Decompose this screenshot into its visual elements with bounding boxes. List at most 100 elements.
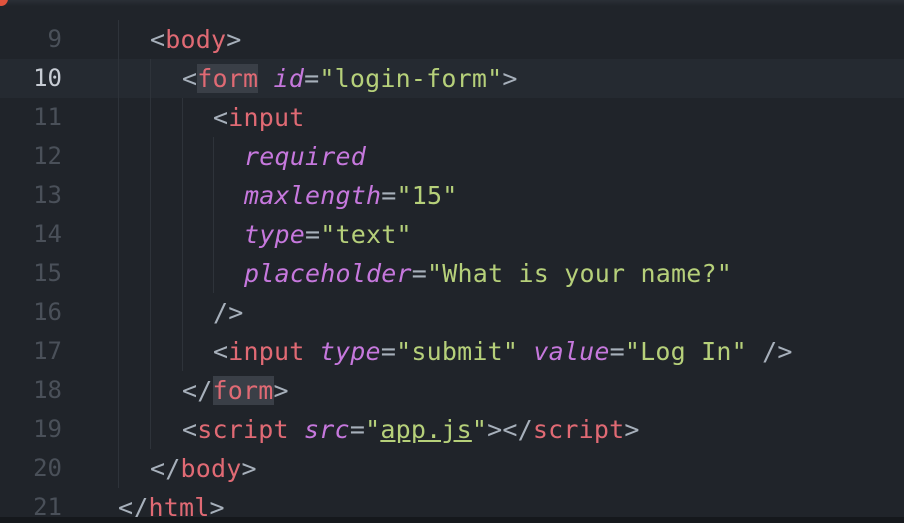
code-line[interactable]: 16 />: [0, 293, 904, 332]
punct: =: [305, 220, 321, 249]
attr-name: type: [319, 337, 381, 366]
attr-value: "login-form": [319, 64, 503, 93]
punct: <: [213, 103, 229, 132]
code-text[interactable]: <input: [213, 98, 305, 137]
punct: >: [226, 25, 242, 54]
indent-guide: [182, 293, 183, 332]
punct: />: [213, 298, 244, 327]
code-line[interactable]: 19 <script src="app.js"></script>: [0, 410, 904, 449]
indent-guide: [150, 332, 151, 371]
code-line[interactable]: 13 maxlength="15": [0, 176, 904, 215]
code-editor[interactable]: 9 <body> 10 <form id="login-form"> 11 <i…: [0, 0, 904, 523]
indent-guide: [150, 176, 151, 215]
punct: =: [411, 259, 428, 288]
punct: <: [213, 337, 229, 366]
bottom-edge: [0, 517, 904, 523]
file-link[interactable]: app.js: [380, 415, 472, 444]
indent-guide: [182, 98, 183, 137]
punct: <: [150, 25, 166, 54]
indent-guide: [118, 98, 119, 137]
top-shadow: [0, 0, 904, 6]
line-number: 12: [33, 142, 62, 170]
indent-guide: [150, 254, 151, 293]
indent-guide: [213, 176, 214, 215]
code-text[interactable]: <form id="login-form">: [182, 59, 518, 98]
indent-guide: [118, 20, 119, 59]
attr-value: "15": [396, 181, 458, 210]
code-text[interactable]: </form>: [182, 371, 289, 410]
code-line[interactable]: 18 </form>: [0, 371, 904, 410]
tag-name: body: [165, 25, 227, 54]
line-number: 14: [33, 220, 62, 248]
code-line[interactable]: 20 </body>: [0, 449, 904, 488]
attr-name: placeholder: [244, 259, 412, 288]
indent-guide: [182, 332, 183, 371]
indent-guide: [182, 254, 183, 293]
line-number: 10: [33, 64, 62, 92]
line-number: 11: [33, 103, 62, 131]
code-line[interactable]: 14 type="text": [0, 215, 904, 254]
indent-guide: [150, 410, 151, 449]
code-line-current[interactable]: 10 <form id="login-form">: [0, 59, 904, 98]
tag-name: script: [197, 415, 289, 444]
code-line[interactable]: 9 <body>: [0, 20, 904, 59]
code-text[interactable]: />: [213, 293, 244, 332]
indent-guide: [118, 137, 119, 176]
punct: =: [304, 64, 320, 93]
punct: </: [150, 454, 181, 483]
attr-name: id: [273, 64, 305, 93]
indent-guide: [182, 137, 183, 176]
indent-guide: [213, 137, 214, 176]
code-lines: 9 <body> 10 <form id="login-form"> 11 <i…: [0, 20, 904, 523]
indent-guide: [150, 371, 151, 410]
punct: =: [349, 415, 366, 444]
line-number: 9: [47, 25, 62, 53]
attr-value: "text": [320, 220, 412, 249]
attr-value: "submit": [396, 337, 519, 366]
code-text[interactable]: required: [244, 137, 366, 176]
code-line[interactable]: 11 <input: [0, 98, 904, 137]
tag-name: script: [532, 415, 625, 444]
indent-guide: [118, 449, 119, 488]
line-number: 13: [33, 181, 62, 209]
punct: </: [182, 376, 213, 405]
attr-value: ": [471, 415, 488, 444]
attr-value: "What is your name?": [427, 259, 733, 288]
attr-value: "Log In": [624, 337, 747, 366]
code-line[interactable]: 12 required: [0, 137, 904, 176]
code-text[interactable]: placeholder="What is your name?": [244, 254, 732, 293]
indent-guide: [150, 215, 151, 254]
tag-name: form: [212, 376, 274, 405]
punct: =: [381, 181, 397, 210]
attr-name: required: [244, 142, 367, 171]
indent-guide: [182, 215, 183, 254]
code-text[interactable]: <script src="app.js"></script>: [182, 410, 640, 449]
indent-guide: [118, 176, 119, 215]
line-number: 20: [33, 454, 62, 482]
indent-guide: [150, 293, 151, 332]
code-text[interactable]: type="text": [244, 215, 412, 254]
punct: <: [182, 64, 198, 93]
code-text[interactable]: </body>: [150, 449, 257, 488]
tag-name: input: [228, 337, 305, 366]
code-line[interactable]: 17 <input type="submit" value="Log In" /…: [0, 332, 904, 371]
indent-guide: [118, 410, 119, 449]
line-number: 17: [33, 337, 62, 365]
punct: >: [502, 64, 518, 93]
code-line[interactable]: 15 placeholder="What is your name?": [0, 254, 904, 293]
line-number: 19: [33, 415, 62, 443]
punct: <: [182, 415, 198, 444]
code-text[interactable]: <body>: [150, 20, 242, 59]
indent-guide: [213, 254, 214, 293]
punct: >: [273, 376, 289, 405]
indent-guide: [150, 137, 151, 176]
attr-name: maxlength: [244, 181, 382, 210]
code-text[interactable]: <input type="submit" value="Log In" />: [213, 332, 793, 371]
line-number: 16: [33, 298, 62, 326]
indent-guide: [118, 59, 119, 98]
indent-guide: [118, 293, 119, 332]
code-text[interactable]: maxlength="15": [244, 176, 458, 215]
punct: >: [241, 454, 257, 483]
